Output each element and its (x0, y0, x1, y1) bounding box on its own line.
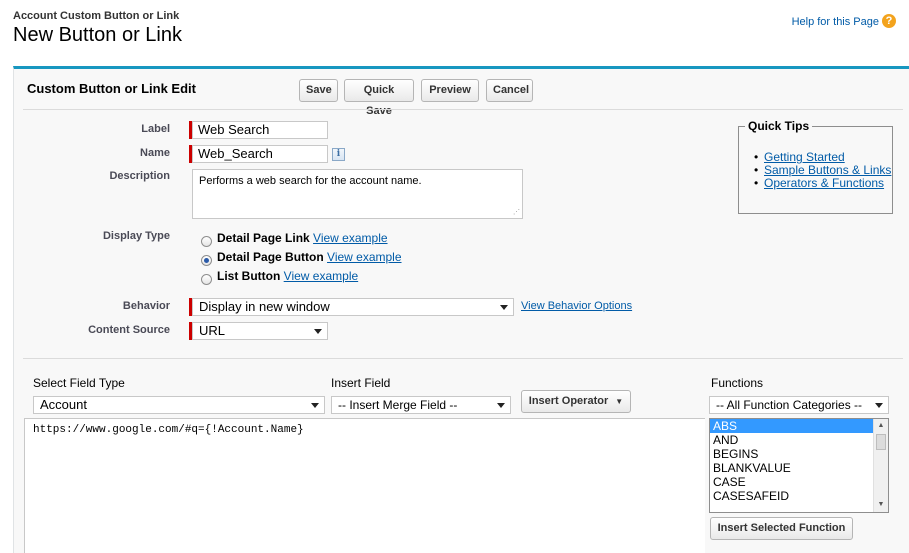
display-type-option: List Button View example (217, 269, 358, 283)
view-example-link[interactable]: View example (327, 250, 401, 264)
content-source-value: URL (199, 323, 226, 338)
behavior-caption: Behavior (122, 300, 170, 312)
tip-sample-buttons-link[interactable]: Sample Buttons & Links (764, 163, 891, 177)
chevron-down-icon (875, 403, 883, 408)
behavior-value: Display in new window (199, 299, 330, 314)
option-label: Detail Page Link (217, 231, 310, 245)
page-title: New Button or Link (13, 24, 182, 46)
insert-field-select[interactable]: -- Insert Merge Field -- (331, 396, 511, 414)
chevron-down-icon (500, 305, 508, 310)
caret-down-icon: ▼ (615, 397, 624, 406)
section-divider (23, 358, 903, 359)
tip-operators-link[interactable]: Operators & Functions (764, 176, 884, 190)
option-label: Detail Page Button (217, 250, 324, 264)
description-caption: Description (109, 170, 170, 182)
radio-detail-page-link[interactable] (201, 236, 212, 247)
option-label: List Button (217, 269, 281, 283)
scroll-down-icon[interactable]: ▼ (874, 498, 888, 512)
view-example-link[interactable]: View example (313, 231, 387, 245)
view-behavior-options-link[interactable]: View Behavior Options (521, 300, 632, 312)
help-link[interactable]: Help for this Page (792, 16, 879, 28)
radio-list-button[interactable] (201, 274, 212, 285)
select-field-type-caption: Select Field Type (33, 376, 125, 390)
functions-listbox[interactable]: ABS AND BEGINS BLANKVALUE CASE CASESAFEI… (709, 418, 889, 513)
list-item[interactable]: BLANKVALUE (710, 461, 874, 475)
functions-caption: Functions (711, 376, 764, 390)
insert-field-value: -- Insert Merge Field -- (338, 398, 458, 412)
display-type-option: Detail Page Link View example (217, 231, 388, 245)
listbox-scrollbar[interactable]: ▲ ▼ (873, 419, 888, 512)
behavior-select[interactable]: Display in new window (192, 298, 514, 316)
formula-text: https://www.google.com/#q={!Account.Name… (33, 424, 304, 436)
info-icon[interactable]: i (332, 148, 345, 161)
page-subtitle: Account Custom Button or Link (13, 10, 180, 22)
save-button[interactable]: Save (299, 79, 338, 102)
view-example-link[interactable]: View example (284, 269, 358, 283)
function-category-value: -- All Function Categories -- (716, 398, 863, 412)
header-divider (23, 109, 903, 110)
description-textarea[interactable]: Performs a web search for the account na… (192, 169, 523, 219)
formula-editor[interactable]: https://www.google.com/#q={!Account.Name… (24, 418, 705, 553)
insert-selected-function-button[interactable]: Insert Selected Function (710, 517, 853, 540)
quick-tips-title: Quick Tips (745, 119, 813, 133)
list-item[interactable]: AND (710, 433, 874, 447)
preview-button[interactable]: Preview (421, 79, 479, 102)
name-input[interactable]: Web_Search (192, 145, 328, 163)
list-item: • Operators & Functions (754, 176, 885, 190)
insert-operator-label: Insert Operator (528, 395, 609, 407)
content-source-select[interactable]: URL (192, 322, 328, 340)
function-category-select[interactable]: -- All Function Categories -- (709, 396, 889, 414)
display-type-option: Detail Page Button View example (217, 250, 402, 264)
content-source-caption: Content Source (88, 324, 170, 336)
chevron-down-icon (314, 329, 322, 334)
tip-getting-started-link[interactable]: Getting Started (764, 150, 845, 164)
chevron-down-icon (497, 403, 505, 408)
label-input[interactable]: Web Search (192, 121, 328, 139)
resize-grip-icon[interactable]: ⋰ (513, 209, 520, 216)
quick-tips-list: • Getting Started • Sample Buttons & Links… (754, 151, 891, 190)
scroll-thumb[interactable] (876, 434, 886, 450)
help-icon[interactable]: ? (882, 14, 896, 28)
insert-field-caption: Insert Field (331, 376, 391, 390)
list-item[interactable]: CASE (710, 475, 874, 489)
scroll-up-icon[interactable]: ▲ (874, 419, 888, 433)
description-text: Performs a web search for the account na… (199, 175, 422, 187)
name-caption: Name (140, 147, 170, 159)
list-item[interactable]: CASESAFEID (710, 489, 874, 503)
list-item[interactable]: ABS (710, 419, 874, 433)
field-type-select[interactable]: Account (33, 396, 325, 414)
field-type-value: Account (40, 397, 87, 412)
panel-title: Custom Button or Link Edit (27, 81, 196, 96)
chevron-down-icon (311, 403, 319, 408)
quick-save-button[interactable]: Quick Save (344, 79, 414, 117)
label-caption: Label (141, 123, 170, 135)
cancel-button[interactable]: Cancel (486, 79, 533, 102)
radio-detail-page-button[interactable] (201, 255, 212, 266)
display-type-caption: Display Type (102, 230, 170, 242)
insert-operator-button[interactable]: Insert Operator ▼ (521, 390, 631, 413)
list-item[interactable]: BEGINS (710, 447, 874, 461)
